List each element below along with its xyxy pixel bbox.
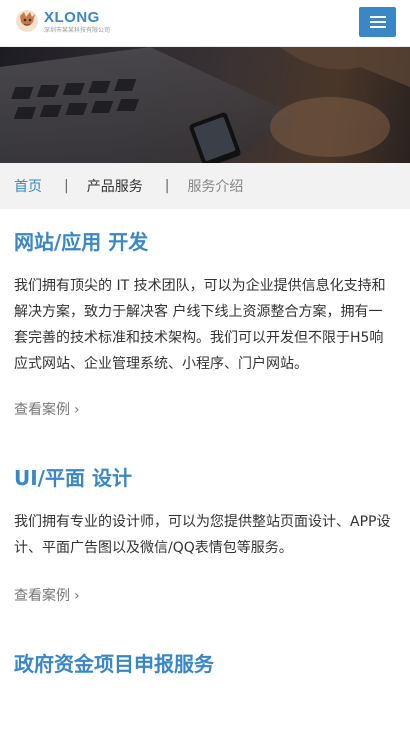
dragon-logo-icon — [16, 10, 38, 32]
chevron-right-icon: › — [74, 402, 80, 418]
service-section-web: 网站/应用 开发 我们拥有顶尖的 IT 技术团队，可以为企业提供信息化支持和解决… — [0, 209, 410, 419]
section-title: 政府资金项目申报服务 — [14, 652, 214, 676]
logo-subtitle: 深圳市某某科技有限公司 — [44, 27, 111, 34]
breadcrumb-separator: | — [164, 178, 170, 194]
breadcrumb-home-link[interactable]: 首页 — [14, 176, 42, 196]
section-title: UI/平面 设计 — [14, 466, 132, 490]
section-body: 我们拥有顶尖的 IT 技术团队，可以为企业提供信息化支持和解决方案，致力于解决客… — [14, 278, 386, 372]
breadcrumb-current: 服务介绍 — [187, 179, 244, 195]
section-title: 网站/应用 开发 — [14, 230, 149, 254]
menu-bar — [369, 26, 386, 28]
view-cases-link[interactable]: 查看案例 › — [14, 585, 80, 605]
view-cases-label: 查看案例 — [14, 402, 70, 418]
view-cases-label: 查看案例 — [14, 588, 70, 604]
view-cases-link[interactable]: 查看案例 › — [14, 399, 80, 419]
breadcrumb-category-link[interactable]: 产品服务 — [87, 176, 143, 196]
breadcrumb-separator: | — [64, 178, 69, 194]
laptop-phone-photo-icon — [0, 47, 410, 163]
menu-bar — [369, 21, 386, 23]
breadcrumb: 首页 | 产品服务 | 服务介绍 — [0, 163, 410, 209]
service-section-ui: UI/平面 设计 我们拥有专业的设计师，可以为您提供整站页面设计、APP设计、平… — [0, 445, 410, 605]
site-header: XLONG 深圳市某某科技有限公司 — [0, 0, 410, 47]
chevron-right-icon: › — [74, 588, 80, 604]
hero-banner-image — [0, 47, 410, 163]
menu-bar — [369, 16, 386, 18]
site-logo[interactable]: XLONG 深圳市某某科技有限公司 — [14, 8, 110, 34]
service-section-gov: 政府资金项目申报服务 — [0, 631, 410, 677]
section-body: 我们拥有专业的设计师，可以为您提供整站页面设计、APP设计、平面广告图以及微信/… — [14, 514, 391, 556]
hamburger-menu-button[interactable] — [359, 7, 396, 37]
logo-title: XLONG — [44, 9, 100, 26]
